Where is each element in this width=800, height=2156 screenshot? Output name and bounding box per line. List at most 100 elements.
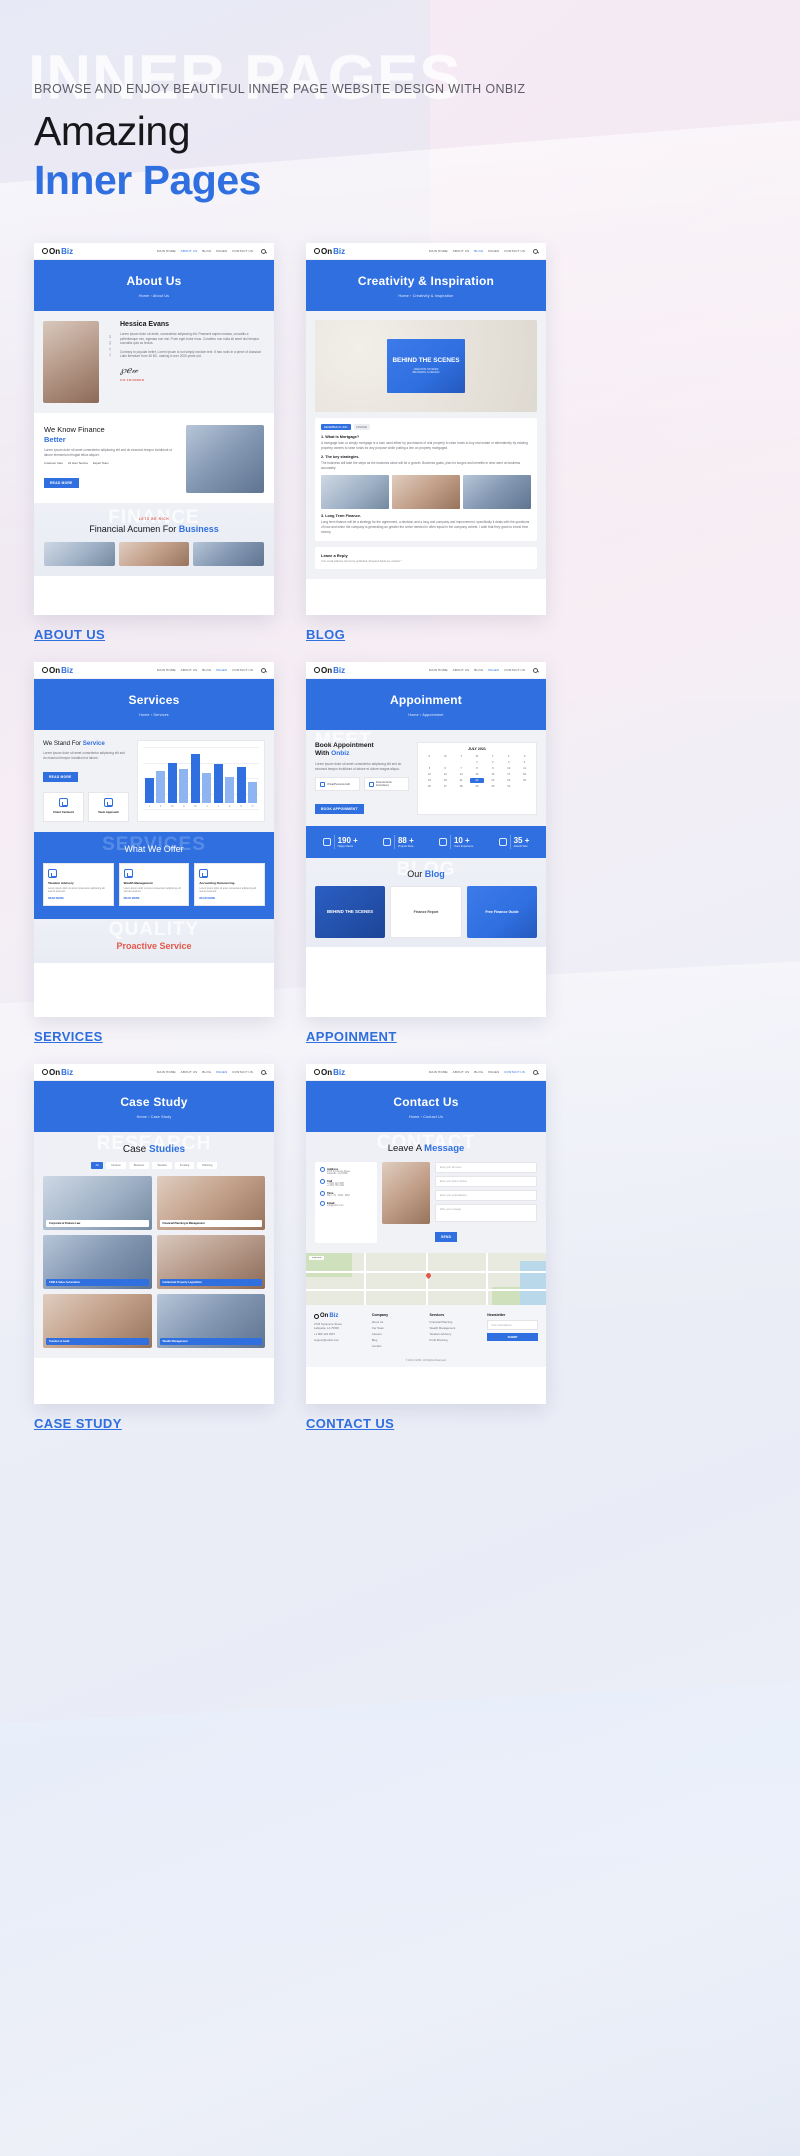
cal-day[interactable]: 1 (470, 760, 485, 765)
footer-services-item[interactable]: Taxation Advisory (430, 1332, 481, 1336)
appoinment-calendar[interactable]: JULY 2021 S M T W T F S 1 23 4 5 6 7 8 9… (417, 742, 537, 816)
preview-card-contact[interactable]: On Biz MAIN HOME ABOUT US BLOG PAGES CONT… (306, 1064, 546, 1404)
nav-item-3[interactable]: PAGES (488, 249, 499, 253)
case-item[interactable]: Taxation & Audit (43, 1294, 152, 1348)
newsletter-submit-button[interactable]: SUBMIT (487, 1333, 538, 1341)
cal-day[interactable] (454, 760, 469, 765)
message-field[interactable]: Write your message (435, 1204, 537, 1222)
blog-teaser-card-2[interactable]: Free Finance Guide (467, 886, 537, 939)
case-item[interactable]: Corporate & Finance Law (43, 1176, 152, 1230)
cal-day[interactable]: 4 (517, 760, 532, 765)
filter-taxation[interactable]: Taxation (152, 1162, 172, 1169)
book-appoinment-button[interactable]: BOOK APPOINMENT (315, 804, 364, 815)
cal-day[interactable]: 23 (485, 778, 500, 783)
cal-day[interactable]: 28 (454, 784, 469, 789)
nav-item-0[interactable]: MAIN HOME (429, 668, 448, 672)
offer-card-2[interactable]: Accounting Outsourcing Lorem ipsum dolor… (194, 863, 266, 906)
nav-item-1[interactable]: ABOUT US (453, 249, 470, 253)
name-field[interactable]: Enter your full name (435, 1162, 537, 1173)
cal-day[interactable]: 24 (501, 778, 516, 783)
nav-item-4[interactable]: CONTACT US (504, 249, 525, 253)
cal-day[interactable]: 9 (485, 766, 500, 771)
cal-day[interactable]: 18 (517, 772, 532, 777)
cal-day[interactable]: 11 (517, 766, 532, 771)
social-in-icon[interactable]: IN (108, 348, 111, 350)
search-icon[interactable] (533, 667, 538, 673)
preview-card-appoinment[interactable]: On Biz MAIN HOME ABOUT US BLOG PAGES CONT… (306, 662, 546, 1017)
nav-item-4[interactable]: CONTACT US (232, 668, 253, 672)
case-item[interactable]: Wealth Management (156, 1294, 265, 1348)
footer-services-item[interactable]: Wealth Management (430, 1326, 481, 1330)
nav-item-1[interactable]: ABOUT US (453, 668, 470, 672)
social-fb-icon[interactable]: FB (108, 335, 111, 338)
search-icon[interactable] (533, 1069, 538, 1075)
cal-day[interactable]: 17 (501, 772, 516, 777)
filter-business[interactable]: Business (128, 1162, 150, 1169)
cal-day-selected[interactable]: 22 (469, 778, 485, 783)
footer-company-item[interactable]: Blog (372, 1338, 423, 1342)
cal-day[interactable]: 10 (501, 766, 516, 771)
stand-box-0[interactable]: Client Centered (43, 792, 84, 823)
cal-day[interactable]: 16 (485, 772, 500, 777)
nav-item-0[interactable]: MAIN HOME (157, 668, 176, 672)
cal-day[interactable]: 25 (517, 778, 532, 783)
cal-day[interactable] (422, 760, 437, 765)
nav-item-2[interactable]: BLOG (474, 668, 483, 672)
preview-card-about[interactable]: On Biz MAIN HOME ABOUT US BLOG PAGES CONT… (34, 243, 274, 615)
filter-finance[interactable]: Finance (106, 1162, 126, 1169)
onbiz-logo[interactable]: On Biz (314, 247, 345, 256)
cal-day[interactable]: 30 (485, 784, 500, 789)
cal-day[interactable]: 26 (422, 784, 437, 789)
search-icon[interactable] (533, 248, 538, 254)
cal-day[interactable]: 31 (501, 784, 516, 789)
search-icon[interactable] (261, 667, 266, 673)
onbiz-logo[interactable]: On Biz (42, 1068, 73, 1077)
preview-card-blog[interactable]: On Biz MAIN HOME ABOUT US BLOG PAGES CONT… (306, 243, 546, 615)
blog-teaser-card-1[interactable]: Finance Report (390, 886, 462, 939)
cal-day[interactable]: 14 (454, 772, 469, 777)
cal-day[interactable] (438, 760, 453, 765)
filter-planning[interactable]: Planning (197, 1162, 218, 1169)
book-option-1[interactable]: Financial Aid & Consultancy (364, 777, 409, 792)
footer-logo[interactable]: On Biz (314, 1313, 365, 1319)
onbiz-logo[interactable]: On Biz (42, 666, 73, 675)
filter-all[interactable]: All (90, 1162, 104, 1169)
read-more-button[interactable]: READ MORE (44, 478, 79, 489)
nav-item-2[interactable]: BLOG (474, 1070, 483, 1074)
onbiz-logo[interactable]: On Biz (314, 666, 345, 675)
case-item[interactable]: Intellectual Property Legislation (156, 1235, 265, 1289)
nav-item-1[interactable]: ABOUT US (453, 1070, 470, 1074)
cal-day[interactable]: 2 (485, 760, 500, 765)
blog-teaser-card-0[interactable]: BEHIND THE SCENES (315, 886, 385, 939)
nav-item-1[interactable]: ABOUT US (181, 668, 198, 672)
nav-item-2[interactable]: BLOG (202, 1070, 211, 1074)
preview-card-services[interactable]: On Biz MAIN HOME ABOUT US BLOG PAGES CONT… (34, 662, 274, 1017)
stand-read-more-button[interactable]: READ MORE (43, 772, 78, 783)
footer-services-item[interactable]: Financial Planning (430, 1320, 481, 1324)
onbiz-logo[interactable]: On Biz (314, 1068, 345, 1077)
nav-item-1[interactable]: ABOUT US (181, 1070, 198, 1074)
book-option-0[interactable]: Virtual/Personal Audit (315, 777, 360, 792)
footer-services-item[interactable]: Profit Planning (430, 1338, 481, 1342)
cal-day[interactable]: 6 (438, 766, 453, 771)
card-label-blog[interactable]: BLOG (306, 627, 345, 642)
nav-item-4[interactable]: CONTACT US (504, 1070, 525, 1074)
footer-company-item[interactable]: About Us (372, 1320, 423, 1324)
cal-day[interactable]: 3 (501, 760, 516, 765)
nav-item-1[interactable]: ABOUT US (181, 249, 198, 253)
nav-item-0[interactable]: MAIN HOME (157, 1070, 176, 1074)
contact-map[interactable]: map-view (306, 1253, 546, 1305)
nav-item-4[interactable]: CONTACT US (504, 668, 525, 672)
cal-day[interactable]: 13 (438, 772, 453, 777)
card-label-about[interactable]: ABOUT US (34, 627, 105, 642)
offer-card-1[interactable]: Wealth Management Lorem ipsum dolor sit … (118, 863, 190, 906)
nav-item-3[interactable]: PAGES (216, 668, 227, 672)
search-icon[interactable] (261, 248, 266, 254)
footer-company-item[interactable]: Careers (372, 1332, 423, 1336)
newsletter-email-field[interactable]: Your email address (487, 1320, 538, 1330)
cal-day[interactable]: 15 (470, 772, 485, 777)
nav-item-0[interactable]: MAIN HOME (157, 249, 176, 253)
footer-company-item[interactable]: Contact (372, 1344, 423, 1348)
cal-day[interactable]: 19 (422, 778, 437, 783)
card-label-appoinment[interactable]: APPOINMENT (306, 1029, 397, 1044)
